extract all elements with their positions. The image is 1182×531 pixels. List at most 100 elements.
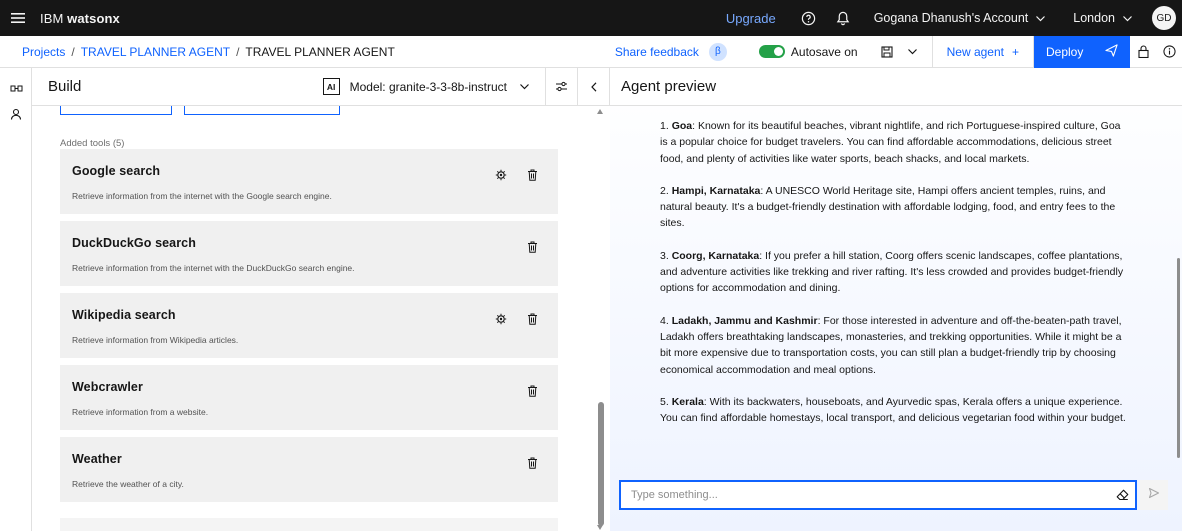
build-header: Build AI Model: granite-3-3-8b-instruct [32,67,609,106]
tool-action-button[interactable] [184,106,340,115]
build-scrollbar-thumb[interactable] [598,402,604,526]
tool-card-google-search[interactable]: Google search Retrieve information from … [60,149,558,214]
send-icon [1148,486,1160,504]
trash-icon[interactable] [525,312,539,326]
tool-description: Retrieve the weather of a city. [72,479,184,489]
help-icon[interactable] [792,0,826,36]
tool-name: Wikipedia search [72,308,176,322]
item-number: 2. [660,184,669,197]
tool-card-weather[interactable]: Weather Retrieve the weather of a city. [60,437,558,502]
ai-badge: AI [322,78,340,95]
item-place: Ladakh, Jammu and Kashmir [671,314,818,327]
tool-name: Webcrawler [72,380,143,394]
breadcrumb-separator: / [71,44,75,59]
item-place: Coorg, Karnataka [671,249,760,262]
agent-preview-panel: Agent preview 1. Goa: Known for its beau… [610,68,1182,531]
preview-scrollbar-thumb[interactable] [1177,258,1180,458]
item-number: 1. [660,120,669,132]
agent-icon[interactable] [0,98,32,130]
project-toolbar: Projects / TRAVEL PLANNER AGENT / TRAVEL… [0,35,1182,68]
tool-description: Retrieve information from the internet w… [72,191,332,201]
sliders-icon[interactable] [545,67,577,106]
settings-icon[interactable] [494,168,508,182]
send-icon [1105,43,1118,60]
account-switcher[interactable]: Gogana Dhanush's Account [860,11,1060,25]
add-icon: + [1011,44,1019,59]
model-selector[interactable]: Model: granite-3-3-8b-instruct [350,80,507,94]
tool-card-partial[interactable] [60,518,558,531]
account-name: Gogana Dhanush's Account [873,11,1029,25]
new-agent-button[interactable]: New agent + [931,35,1034,68]
item-number: 4. [660,314,669,327]
preview-header: Agent preview [610,68,1182,106]
breadcrumb-projects[interactable]: Projects [22,45,65,59]
tool-card-wikipedia-search[interactable]: Wikipedia search Retrieve information fr… [60,293,558,358]
chevron-down-icon [1123,11,1132,25]
notification-icon[interactable] [826,0,860,36]
top-navigation-bar: IBM watsonx Upgrade Gogana Dhanush's Acc… [0,0,1182,36]
list-item: 5. Kerala: With its backwaters, houseboa… [658,394,1128,427]
lock-icon[interactable] [1130,36,1156,68]
build-title: Build [48,78,82,95]
breadcrumb-project[interactable]: TRAVEL PLANNER AGENT [81,45,230,59]
chevron-down-icon[interactable] [900,36,926,68]
build-panel: Build AI Model: granite-3-3-8b-instruct … [32,67,610,531]
region-switcher[interactable]: London [1059,11,1146,25]
added-tools-label: Added tools (5) [60,138,125,149]
tools-list-area: Added tools (5) Google search Retrieve i… [32,106,594,531]
breadcrumb: Projects / TRAVEL PLANNER AGENT / TRAVEL… [0,45,395,59]
brand-prefix: IBM [40,10,64,26]
item-text: : Known for its beautiful beaches, vibra… [660,120,1121,165]
beta-badge: β [708,42,727,61]
tool-name: Weather [72,452,122,466]
breadcrumb-separator: / [236,44,240,59]
left-rail [0,68,32,531]
tool-description: Retrieve information from a website. [72,407,209,417]
save-icon[interactable] [874,36,900,68]
share-feedback-link[interactable]: Share feedback [615,45,709,59]
trash-icon[interactable] [525,168,539,182]
tool-name: Google search [72,164,161,178]
tool-description: Retrieve information from Wikipedia arti… [72,335,239,345]
autosave-toggle[interactable] [758,45,785,58]
tool-card-webcrawler[interactable]: Webcrawler Retrieve information from a w… [60,365,558,430]
tool-name: DuckDuckGo search [72,236,196,250]
scroll-down-arrow[interactable] [597,525,603,530]
trash-icon[interactable] [525,456,539,470]
item-place: Kerala [671,395,704,408]
chevron-down-icon[interactable] [513,83,535,90]
settings-icon[interactable] [494,312,508,326]
eraser-icon[interactable] [1109,482,1135,508]
chevron-left-icon[interactable] [577,67,609,106]
list-item: 2. Hampi, Karnataka: A UNESCO World Heri… [658,183,1128,232]
autosave-label: Autosave on [790,44,858,59]
product-brand[interactable]: IBM watsonx [40,11,120,26]
info-icon[interactable] [1156,36,1182,68]
item-number: 5. [660,395,669,408]
chevron-down-icon [1036,11,1046,25]
region-name: London [1073,11,1115,25]
scroll-up-arrow[interactable] [597,109,603,114]
item-place: Goa [671,120,693,132]
tool-description: Retrieve information from the internet w… [72,263,355,273]
hamburger-icon[interactable] [0,0,36,36]
chat-input[interactable] [621,489,1109,501]
trash-icon[interactable] [525,240,539,254]
upgrade-link[interactable]: Upgrade [710,11,792,26]
breadcrumb-current: TRAVEL PLANNER AGENT [245,44,395,59]
list-item: 3. Coorg, Karnataka: If you prefer a hil… [658,248,1128,297]
preview-title: Agent preview [621,78,717,95]
item-number: 3. [660,249,669,262]
avatar[interactable]: GD [1152,6,1176,30]
trash-icon[interactable] [525,384,539,398]
list-item: 1. Goa: Known for its beautiful beaches,… [658,118,1128,167]
list-item: 4. Ladakh, Jammu and Kashmir: For those … [658,313,1128,378]
tool-action-button[interactable] [60,106,172,115]
item-text: : With its backwaters, houseboats, and A… [660,395,1126,425]
item-place: Hampi, Karnataka [671,184,761,197]
agent-response: 1. Goa: Known for its beautiful beaches,… [658,118,1128,426]
deploy-label: Deploy [1046,44,1084,59]
tool-card-duckduckgo-search[interactable]: DuckDuckGo search Retrieve information f… [60,221,558,286]
send-button[interactable] [1140,480,1168,510]
deploy-button[interactable]: Deploy [1034,35,1130,68]
